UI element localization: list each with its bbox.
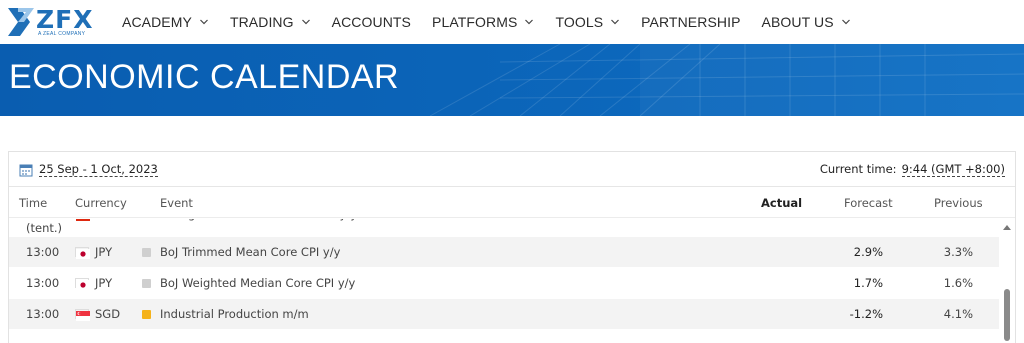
- event-previous: -4.0%: [940, 219, 973, 221]
- page-banner: ECONOMIC CALENDAR: [0, 44, 1024, 116]
- nav-item-trading[interactable]: TRADING: [230, 14, 311, 30]
- nav-item-about-us[interactable]: ABOUT US: [762, 14, 851, 30]
- nav-item-label: TRADING: [229, 14, 294, 30]
- event-time: 13:00: [26, 245, 60, 259]
- zfx-logo[interactable]: ZFX A ZEAL COMPANY: [8, 5, 108, 38]
- column-header-forecast: Forecast: [844, 196, 893, 210]
- nav-item-label: PLATFORMS: [432, 14, 518, 30]
- event-previous: 3.3%: [943, 245, 973, 259]
- event-name[interactable]: BoJ Weighted Median Core CPI y/y: [160, 276, 355, 290]
- event-currency: CNY: [95, 219, 119, 221]
- logo-tagline: A ZEAL COMPANY: [38, 31, 86, 37]
- event-time: 13:00: [26, 307, 60, 321]
- timezone-selector[interactable]: 9:44 (GMT +8:00): [901, 162, 1005, 177]
- event-forecast: 2.9%: [853, 245, 883, 259]
- nav-item-label: PARTNERSHIP: [641, 14, 741, 30]
- nav-item-platforms[interactable]: PLATFORMS: [432, 14, 534, 30]
- nav-item-accounts[interactable]: ACCOUNTS: [332, 14, 411, 30]
- calendar-icon: [19, 164, 33, 176]
- scroll-up-arrow-icon[interactable]: [1003, 225, 1011, 230]
- nav-item-tools[interactable]: TOOLS: [555, 14, 620, 30]
- table-scrollbar[interactable]: [1001, 219, 1013, 343]
- importance-indicator-icon: [142, 279, 151, 288]
- event-actual: N/D: [769, 219, 792, 221]
- nav-item-label: ACADEMY: [122, 14, 192, 30]
- event-forecast: -0.1%: [850, 219, 883, 221]
- nav-item-label: TOOLS: [555, 14, 604, 30]
- table-row[interactable]: 13:00 SGD Industrial Production m/m -1.2% 4.…: [9, 299, 999, 330]
- scroll-thumb[interactable]: [1004, 289, 1010, 341]
- event-time: 13:00: [26, 276, 60, 290]
- importance-indicator-icon: [142, 248, 151, 257]
- chevron-down-icon: [611, 19, 620, 25]
- economic-calendar-widget: 25 Sep - 1 Oct, 2023 Current time: 9:44 …: [8, 151, 1016, 343]
- nav-item-partnership[interactable]: PARTNERSHIP: [641, 14, 740, 30]
- nav-item-academy[interactable]: ACADEMY: [122, 14, 209, 30]
- chevron-down-icon: [301, 19, 310, 25]
- date-range-label: 25 Sep - 1 Oct, 2023: [39, 162, 158, 177]
- column-header-event: Event: [160, 196, 193, 210]
- column-header-actual: Actual: [761, 196, 803, 210]
- event-currency: SGD: [95, 307, 121, 321]
- event-currency: JPY: [95, 276, 113, 290]
- event-previous: 4.1%: [943, 307, 973, 321]
- event-currency: JPY: [95, 245, 113, 259]
- current-time-label: Current time:: [819, 162, 897, 176]
- zfx-logo-mark: [8, 8, 34, 36]
- table-header: Time Currency Event Actual Forecast Prev…: [9, 188, 1015, 218]
- event-time-note: (tent.): [26, 221, 63, 235]
- logo-wordmark: ZFX: [36, 5, 94, 34]
- table-row[interactable]: 13:00 JPY BoJ Trimmed Mean Core CPI y/y 2.9…: [9, 237, 999, 268]
- nav-item-label: ACCOUNTS: [331, 14, 411, 30]
- column-header-time: Time: [19, 196, 48, 210]
- top-navigation: ZFX A ZEAL COMPANY ACADEMY TRADING ACCOUNT…: [0, 0, 1024, 44]
- event-name[interactable]: BoJ Trimmed Mean Core CPI y/y: [160, 245, 340, 259]
- sg-flag-icon: [75, 309, 90, 321]
- column-header-currency: Currency: [75, 196, 127, 210]
- calendar-toolbar: 25 Sep - 1 Oct, 2023 Current time: 9:44 …: [9, 152, 1015, 187]
- chevron-down-icon: [841, 19, 850, 25]
- chevron-down-icon: [200, 19, 208, 25]
- chevron-down-icon: [525, 19, 534, 25]
- importance-indicator-icon: [142, 310, 151, 319]
- current-time: Current time: 9:44 (GMT +8:00): [820, 162, 1005, 177]
- page-title: ECONOMIC CALENDAR: [9, 58, 400, 96]
- event-forecast: -1.2%: [849, 307, 883, 321]
- events-table-body: 9:00(tent.)CNYForeign Direct Investment …: [9, 219, 999, 343]
- table-row[interactable]: 13:00 JPY BoJ Weighted Median Core CPI y/y…: [9, 268, 999, 299]
- column-header-previous: Previous: [934, 196, 983, 210]
- jp-flag-icon: [75, 247, 90, 259]
- event-name[interactable]: Foreign Direct Investment YTD y/y: [160, 219, 357, 221]
- event-name[interactable]: Industrial Production m/m: [160, 307, 309, 321]
- event-previous: 1.6%: [943, 276, 973, 290]
- nav-item-label: ABOUT US: [761, 14, 834, 30]
- main-menu: ACADEMY TRADING ACCOUNTS PLATFORMS TOOLS PART…: [122, 0, 872, 44]
- date-range-picker[interactable]: 25 Sep - 1 Oct, 2023: [19, 162, 158, 177]
- jp-flag-icon: [75, 278, 90, 290]
- event-forecast: 1.7%: [853, 276, 883, 290]
